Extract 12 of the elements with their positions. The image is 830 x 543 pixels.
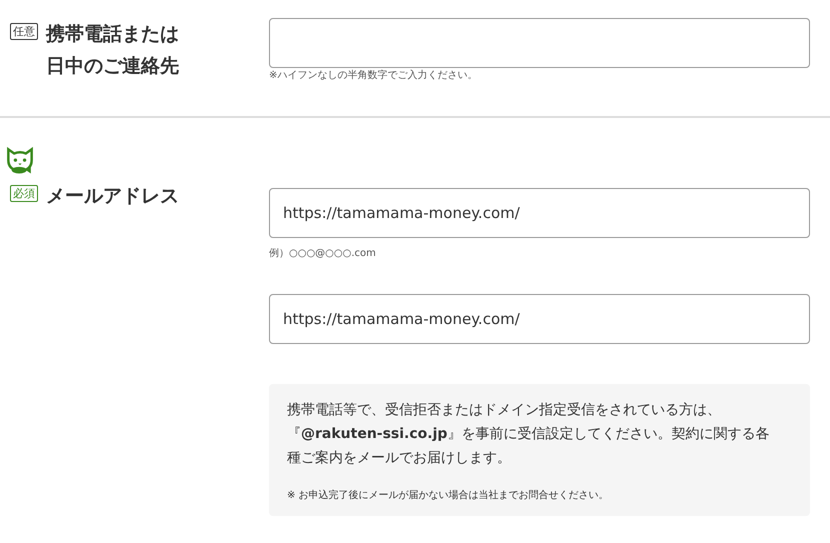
hint-text: ※ハイフンなしの半角数字でご入力ください。	[269, 68, 478, 82]
input-field[interactable]	[269, 18, 810, 68]
notice-text: 携帯電話等で、受信拒否またはドメイン指定受信をされている方は、『@rakuten-ssi.co.jp』を事前に受信設定してください。契約に関する各種ご案内をメールでお届けします。	[287, 401, 770, 468]
field-label: 日中のご連絡先	[46, 54, 179, 79]
notice-note: ※ お申込完了後にメールが届かない場合は当社までお問合せください。	[287, 488, 610, 502]
requirement-badge: 必須	[10, 185, 38, 202]
input-field[interactable]: https://tamamama-money.com/	[269, 188, 810, 238]
field-label: 携帯電話または	[46, 22, 179, 47]
input-field[interactable]: https://tamamama-money.com/	[269, 294, 810, 344]
field-label: メールアドレス	[46, 184, 179, 209]
hint-text: 例）○○○@○○○.com	[269, 247, 377, 260]
requirement-badge: 任意	[10, 23, 38, 40]
